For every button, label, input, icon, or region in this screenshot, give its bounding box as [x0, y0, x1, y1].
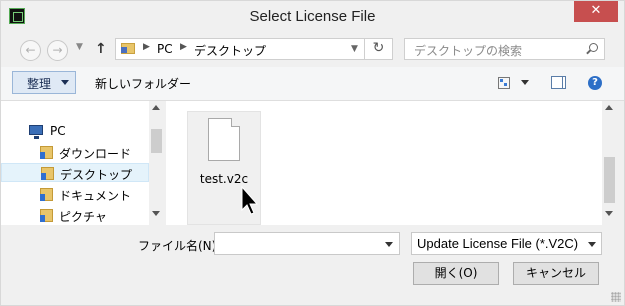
tree-item-label: デスクトップ	[60, 168, 133, 182]
chevron-down-icon	[61, 80, 69, 85]
scroll-down-icon[interactable]	[605, 211, 613, 216]
scroll-thumb[interactable]	[151, 129, 162, 153]
search-input[interactable]: デスクトップの検索	[404, 38, 605, 60]
address-dropdown-button[interactable]: ▼	[345, 38, 365, 60]
downloads-folder-icon	[40, 146, 53, 159]
change-view-icon[interactable]	[498, 77, 510, 89]
window-title: Select License File	[249, 8, 376, 25]
chevron-down-icon[interactable]	[385, 242, 393, 247]
tree-item-label: ダウンロード	[59, 147, 132, 161]
documents-folder-icon	[40, 188, 53, 201]
tree-item-pictures[interactable]: ピクチャ	[1, 206, 149, 225]
scroll-thumb[interactable]	[604, 157, 615, 203]
open-button[interactable]: 開く(O)	[413, 262, 499, 285]
pc-icon	[29, 125, 43, 139]
desktop-location-icon	[121, 43, 135, 54]
chevron-right-icon[interactable]: ▶	[143, 42, 150, 52]
search-placeholder: デスクトップの検索	[414, 44, 523, 58]
file-type-filter-value: Update License File (*.V2C)	[417, 236, 579, 251]
organize-label: 整理	[27, 77, 52, 91]
preview-pane-icon[interactable]	[551, 76, 566, 89]
file-list-scrollbar[interactable]	[602, 101, 618, 225]
navigation-scrollbar[interactable]	[149, 101, 165, 225]
tree-item-label: PC	[50, 124, 66, 138]
title-bar: Select License File ✕	[1, 1, 624, 33]
recent-locations-dropdown[interactable]: ▼	[76, 42, 83, 52]
tree-item-downloads[interactable]: ダウンロード	[1, 143, 149, 162]
navigation-pane: PC ダウンロード デスクトップ ドキュメント ピクチャ	[1, 101, 165, 225]
file-icon	[208, 118, 240, 161]
back-button[interactable]: ←	[20, 40, 41, 61]
filename-label: ファイル名(N):	[138, 239, 221, 253]
tree-item-desktop[interactable]: デスクトップ	[1, 163, 149, 182]
organize-button[interactable]: 整理	[12, 71, 76, 94]
resize-grip[interactable]	[611, 292, 621, 302]
tree-item-pc[interactable]: PC	[1, 122, 149, 141]
scroll-up-icon[interactable]	[605, 105, 613, 110]
tree-item-label: ピクチャ	[59, 210, 107, 224]
chevron-down-icon[interactable]	[588, 242, 596, 247]
help-icon[interactable]: ?	[588, 76, 602, 90]
pictures-folder-icon	[40, 209, 53, 222]
file-name: test.v2c	[199, 172, 249, 186]
breadcrumb-pc[interactable]: PC	[157, 42, 173, 56]
search-icon	[589, 43, 598, 52]
select-license-file-dialog: Select License File ✕ ← → ▼ ↑ ▶ PC ▶ デスク…	[0, 0, 625, 306]
filename-input[interactable]	[214, 232, 400, 255]
refresh-button[interactable]: ↻	[365, 38, 393, 60]
new-folder-button[interactable]: 新しいフォルダー	[95, 75, 191, 92]
chevron-right-icon[interactable]: ▶	[180, 42, 187, 52]
up-button[interactable]: ↑	[95, 41, 107, 57]
scroll-up-icon[interactable]	[152, 105, 160, 110]
cancel-button[interactable]: キャンセル	[513, 262, 599, 285]
mouse-cursor-icon	[241, 186, 259, 215]
tree-item-documents[interactable]: ドキュメント	[1, 185, 149, 204]
tree-item-label: ドキュメント	[59, 189, 132, 203]
file-type-filter-select[interactable]: Update License File (*.V2C)	[411, 232, 602, 255]
breadcrumb-desktop[interactable]: デスクトップ	[194, 42, 266, 59]
close-button[interactable]: ✕	[574, 1, 618, 22]
command-toolbar: 整理 新しいフォルダー ?	[1, 67, 624, 101]
view-options-dropdown[interactable]	[521, 80, 529, 85]
scroll-down-icon[interactable]	[152, 211, 160, 216]
forward-button[interactable]: →	[47, 40, 68, 61]
desktop-folder-icon	[41, 167, 54, 180]
